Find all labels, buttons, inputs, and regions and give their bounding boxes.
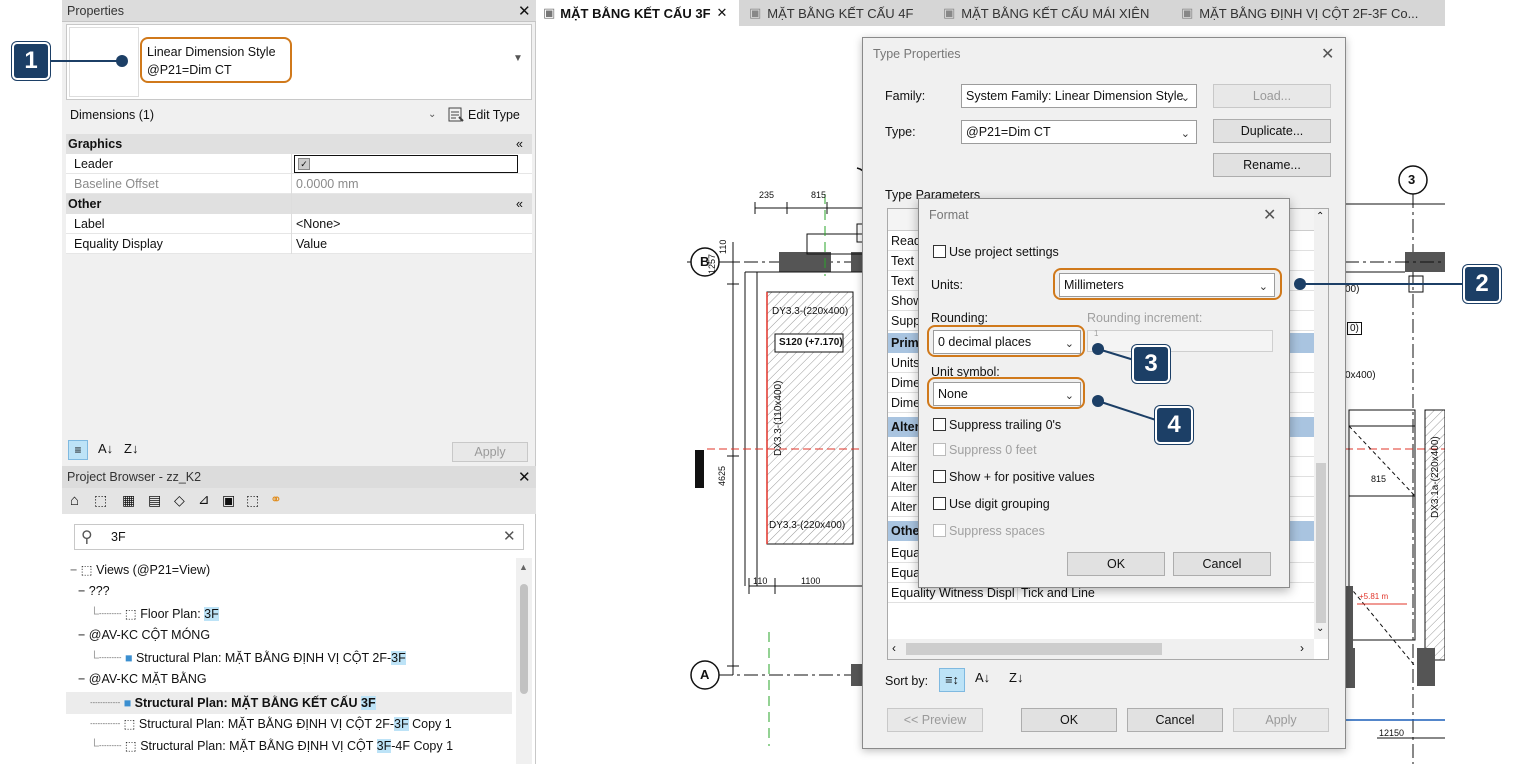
callout-dot-1: [116, 55, 128, 67]
callout-dot-3: [1092, 343, 1104, 355]
callout-badge-2: 2: [1463, 265, 1501, 303]
callout-badge-4: 4: [1155, 406, 1193, 444]
callout-dot-2: [1294, 278, 1306, 290]
callout-connectors: [48, 60, 1464, 421]
callout-badge-3: 3: [1132, 345, 1170, 383]
callout-badge-1: 1: [12, 42, 50, 80]
callout-dot-4: [1092, 395, 1104, 407]
